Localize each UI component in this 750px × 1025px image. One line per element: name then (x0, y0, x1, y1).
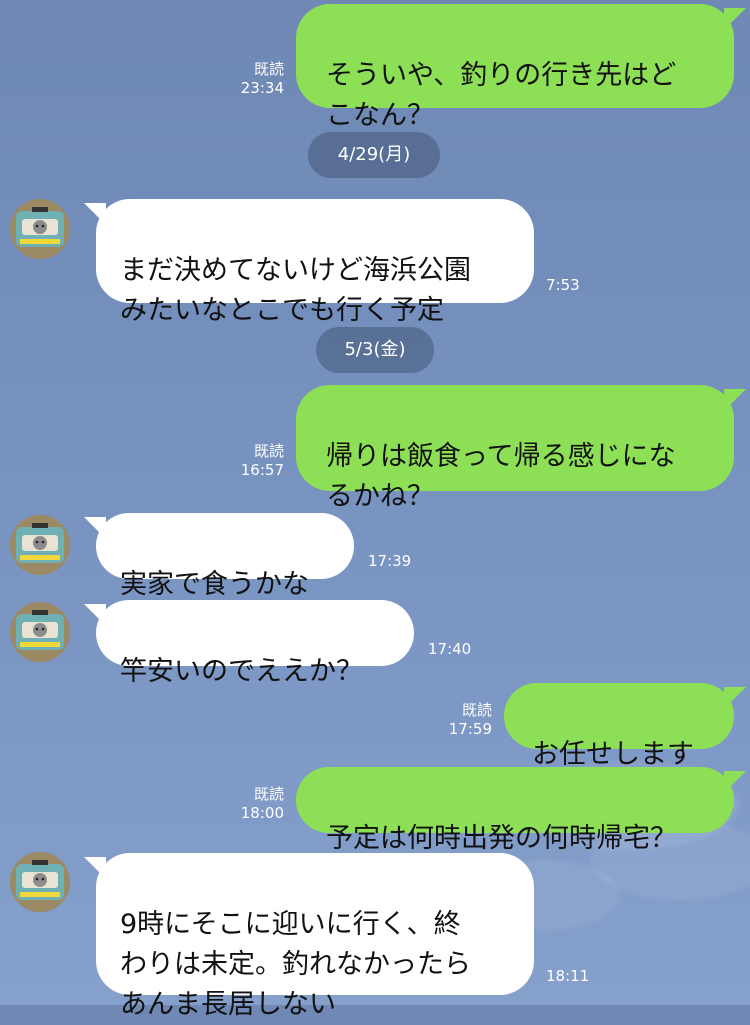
bubble-tail (724, 8, 746, 30)
message-text: 予定は何時出発の何時帰宅？ (326, 823, 677, 854)
message-text: 竿安いのでええか？ (120, 656, 363, 687)
message-text: そういや、釣りの行き先はど こなん？ (326, 60, 677, 131)
message-time: 7:53 (546, 276, 580, 294)
avatar[interactable] (10, 199, 70, 259)
message-time: 17:40 (428, 640, 472, 658)
message-bubble-outgoing[interactable]: 予定は何時出発の何時帰宅？ (296, 767, 734, 854)
cat-in-bus-photo-icon (10, 199, 70, 259)
message-time: 23:34 (240, 79, 284, 97)
message-time: 18:00 (240, 804, 284, 822)
avatar[interactable] (10, 602, 70, 662)
read-receipt: 既読 (253, 60, 284, 78)
bubble-tail (724, 771, 746, 793)
message-meta: 既読 16:57 (224, 442, 284, 480)
message-text: 帰りは飯食って帰る感じにな るかね？ (326, 441, 676, 512)
message-text: お任せします (532, 739, 694, 770)
message-time: 17:39 (368, 552, 412, 570)
bubble-tail (84, 517, 106, 539)
bubble-tail (84, 857, 106, 879)
message-time: 18:11 (546, 967, 590, 985)
bubble-tail (724, 687, 746, 709)
message-bubble-incoming[interactable]: まだ決めてないけど海浜公園 みたいなとこでも行く予定 (96, 199, 534, 326)
avatar[interactable] (10, 852, 70, 912)
message-time: 17:59 (448, 720, 492, 738)
message-text: まだ決めてないけど海浜公園 みたいなとこでも行く予定 (120, 255, 471, 326)
avatar[interactable] (10, 515, 70, 575)
bubble-tail (724, 389, 746, 411)
message-bubble-incoming[interactable]: 竿安いのでええか？ (96, 600, 414, 687)
cat-in-bus-photo-icon (10, 515, 70, 575)
read-receipt: 既読 (461, 701, 492, 719)
message-bubble-incoming[interactable]: 9時にそこに迎いに行く、終 わりは未定。釣れなかったら あんま長居しない (96, 853, 534, 1020)
bubble-tail (84, 203, 106, 225)
message-time: 16:57 (240, 461, 284, 479)
message-meta: 既読 23:34 (224, 60, 284, 98)
read-receipt: 既読 (253, 785, 284, 803)
message-meta: 既読 17:59 (432, 701, 492, 739)
message-bubble-outgoing[interactable]: そういや、釣りの行き先はど こなん？ (296, 4, 734, 131)
message-text: 9時にそこに迎いに行く、終 わりは未定。釣れなかったら あんま長居しない (120, 909, 471, 1020)
message-meta: 既読 18:00 (224, 785, 284, 823)
read-receipt: 既読 (253, 442, 284, 460)
date-separator: 5/3(金) (316, 327, 434, 373)
message-text: 実家で食うかな (120, 569, 309, 600)
cat-in-bus-photo-icon (10, 602, 70, 662)
bubble-tail (84, 604, 106, 626)
date-separator: 4/29(月) (308, 132, 440, 178)
message-bubble-outgoing[interactable]: 帰りは飯食って帰る感じにな るかね？ (296, 385, 734, 512)
message-bubble-incoming[interactable]: 実家で食うかな (96, 513, 354, 600)
message-bubble-outgoing[interactable]: お任せします (504, 683, 734, 770)
cat-in-bus-photo-icon (10, 852, 70, 912)
